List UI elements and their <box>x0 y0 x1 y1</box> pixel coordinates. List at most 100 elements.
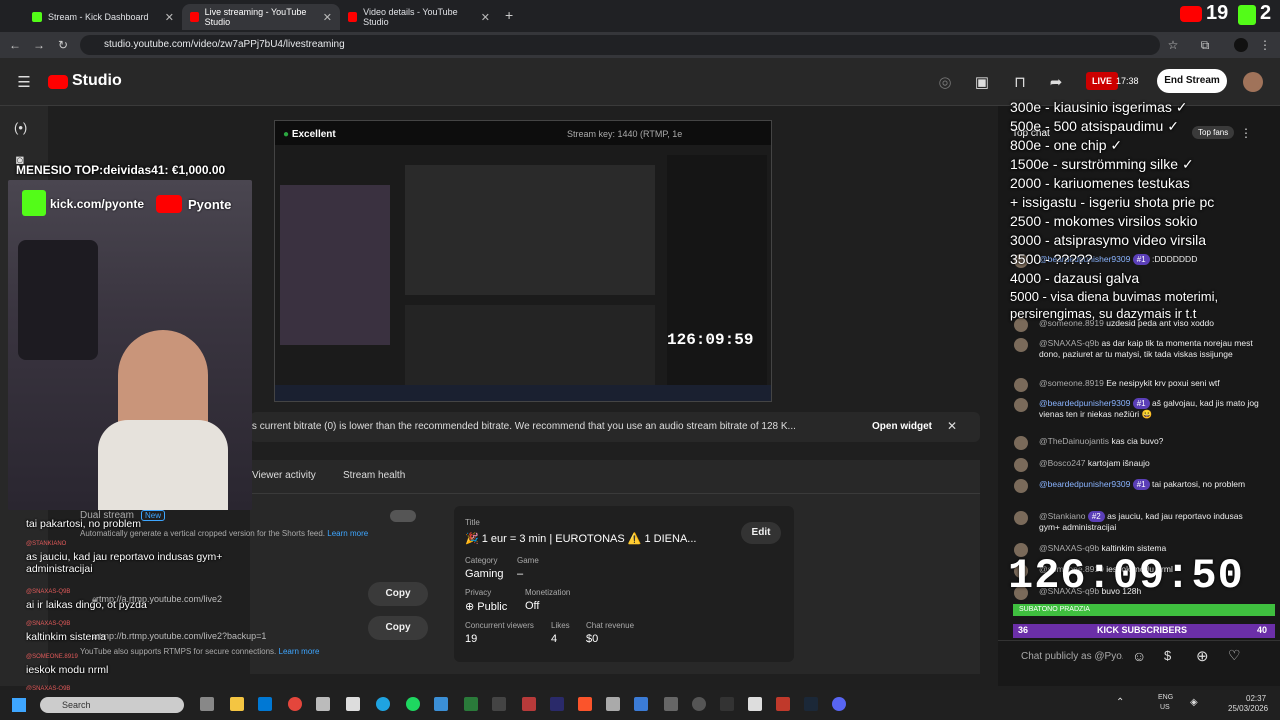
overlay-chat-line: tai pakartosi, no problem <box>26 518 141 530</box>
chrome-icon[interactable] <box>288 697 302 711</box>
studio-logo-text[interactable]: Studio <box>72 72 122 90</box>
youtube-logo-icon <box>48 75 68 89</box>
chat-username[interactable]: @beardedpunisher9309 <box>1039 398 1130 408</box>
new-tab-icon[interactable]: + <box>505 7 513 23</box>
close-icon[interactable]: ✕ <box>165 11 174 24</box>
copy-url-button[interactable]: Copy <box>368 582 428 606</box>
app-icon[interactable] <box>464 697 478 711</box>
app-icon[interactable] <box>776 697 790 711</box>
forward-icon[interactable]: → <box>30 36 48 54</box>
close-icon[interactable]: ✕ <box>947 419 957 433</box>
app-icon[interactable] <box>606 697 620 711</box>
feedback-icon[interactable]: ◎ <box>935 73 955 93</box>
share-icon[interactable]: ➦ <box>1046 73 1066 93</box>
app-icon[interactable] <box>492 697 506 711</box>
tab-kick-dashboard[interactable]: Stream - Kick Dashboard ✕ <box>24 4 182 30</box>
tab-viewer-activity[interactable]: Viewer activity <box>252 470 316 481</box>
file-explorer-icon[interactable] <box>230 697 244 711</box>
open-widget-button[interactable]: Open widget <box>872 421 932 432</box>
monthly-top-text: MENESIO TOP:deividas41: €1,000.00 <box>16 163 226 177</box>
app-icon[interactable] <box>522 697 536 711</box>
title-value: 🎉 1 eur = 3 min | EUROTONAS ⚠️ 1 DIENA..… <box>465 533 697 545</box>
chat-username[interactable]: @SNAXAS-q9b <box>1039 338 1099 348</box>
profile-avatar[interactable] <box>1234 38 1248 52</box>
edge-icon[interactable] <box>376 697 390 711</box>
app-icon[interactable] <box>748 697 762 711</box>
learn-more-link[interactable]: Learn more <box>327 529 368 538</box>
language-indicator[interactable]: ENG <box>1158 694 1173 701</box>
hamburger-menu-icon[interactable]: ☰ <box>14 73 34 93</box>
taskbar-search[interactable]: Search <box>40 697 184 713</box>
menu-kebab-icon[interactable]: ⋮ <box>1256 36 1274 54</box>
steam-icon[interactable] <box>804 697 818 711</box>
super-chat-icon[interactable]: $ <box>1164 648 1171 663</box>
discord-icon[interactable] <box>832 697 846 711</box>
kick-logo-icon <box>1238 5 1256 25</box>
kick-subs-bar: 36 KICK SUBSCRIBERS 40 <box>1013 624 1275 638</box>
stream-preview[interactable]: ● Excellent Stream key: 1440 (RTMP, 1e 1… <box>274 120 772 402</box>
tab-video-details[interactable]: Video details - YouTube Studio ✕ <box>340 4 498 30</box>
privacy-text: Public <box>477 601 508 613</box>
taskbar-clock[interactable]: 02:37 <box>1246 694 1266 703</box>
add-icon[interactable]: ⊕ <box>1196 647 1209 665</box>
close-icon[interactable]: ✕ <box>323 11 332 24</box>
app-icon[interactable] <box>634 697 648 711</box>
reload-icon[interactable]: ↻ <box>54 36 72 54</box>
brave-icon[interactable] <box>578 697 592 711</box>
tab-stream-health[interactable]: Stream health <box>343 470 405 481</box>
backup-url-field[interactable]: 🔒︎ rtmp://b.rtmp.youtube.com/live2?backup… <box>92 627 338 645</box>
end-stream-button[interactable]: End Stream <box>1157 69 1227 93</box>
tray-chevron-icon[interactable]: ⌃ <box>1116 697 1124 708</box>
tab-live-streaming[interactable]: Live streaming - YouTube Studio ✕ <box>182 4 340 30</box>
app-icon[interactable] <box>346 697 360 711</box>
fan-badge: #1 <box>1132 398 1150 409</box>
chat-username[interactable]: @beardedpunisher9309 <box>1039 479 1130 489</box>
emoji-icon[interactable]: ☺ <box>1132 648 1146 664</box>
spotify-icon[interactable] <box>406 697 420 711</box>
auto-generate-text: Automatically generate a vertical croppe… <box>80 529 368 538</box>
edit-button[interactable]: Edit <box>741 522 781 544</box>
browser-tab-bar: Stream - Kick Dashboard ✕ Live streaming… <box>0 0 1280 32</box>
goal-item: 3000 - atsiprasymo video virsila <box>1010 232 1207 248</box>
photos-icon[interactable] <box>434 697 448 711</box>
address-input[interactable]: studio.youtube.com/video/zw7aPPj7bU4/liv… <box>80 35 1160 55</box>
windows-start-icon[interactable] <box>12 698 26 712</box>
chat-username[interactable]: @TheDainuojantis <box>1039 436 1109 446</box>
nested-taskbar <box>275 385 771 401</box>
chat-text: tai pakartosi, no problem <box>1152 479 1246 489</box>
premiere-icon[interactable] <box>550 697 564 711</box>
app-icon[interactable] <box>664 697 678 711</box>
terminal-icon[interactable] <box>720 697 734 711</box>
task-view-icon[interactable] <box>200 697 214 711</box>
heart-icon[interactable]: ♡ <box>1228 647 1241 664</box>
goal-item: 500e - 500 atsispaudimu ✓ <box>1010 118 1179 134</box>
network-icon[interactable]: ◈ <box>1190 697 1198 708</box>
learn-more-link[interactable]: Learn more <box>279 647 320 656</box>
bookmark-icon[interactable]: ⊓ <box>1010 73 1030 93</box>
monetization-label: Monetization <box>525 588 571 597</box>
goal-item: 2500 - mokomes virsilos sokio <box>1010 213 1198 229</box>
app-icon[interactable] <box>316 697 330 711</box>
language-region: US <box>1160 704 1170 711</box>
stream-key-select[interactable]: Stream key: 1440 (RTMP, 1e <box>567 129 682 139</box>
extensions-icon[interactable]: ⧉ <box>1196 36 1214 54</box>
close-icon[interactable]: ✕ <box>481 11 490 24</box>
chat-username[interactable]: @Stankiano <box>1039 511 1085 521</box>
chat-input[interactable]: Chat publicly as @Pyo... <box>1021 651 1123 662</box>
avatar[interactable] <box>1243 72 1263 92</box>
live-signal-icon[interactable]: (•) <box>14 120 27 135</box>
chat-username[interactable]: @Bosco247 <box>1039 458 1085 468</box>
dual-stream-toggle[interactable] <box>390 510 416 522</box>
bookmark-star-icon[interactable]: ☆ <box>1164 36 1182 54</box>
back-icon[interactable]: ← <box>6 36 24 54</box>
chat-username[interactable]: @someone.8919 <box>1039 378 1104 388</box>
camera-icon[interactable]: ▣ <box>972 73 992 93</box>
obs-icon[interactable] <box>692 697 706 711</box>
tab-label: Stream - Kick Dashboard <box>48 12 149 22</box>
copy-backup-button[interactable]: Copy <box>368 616 428 640</box>
chat-text: kas cia buvo? <box>1111 436 1164 446</box>
avatar <box>1014 338 1028 352</box>
chat-message-text: @beardedpunisher9309 #1 aš galvojau, kad… <box>1039 398 1259 420</box>
nested-details <box>405 305 655 385</box>
store-icon[interactable] <box>258 697 272 711</box>
